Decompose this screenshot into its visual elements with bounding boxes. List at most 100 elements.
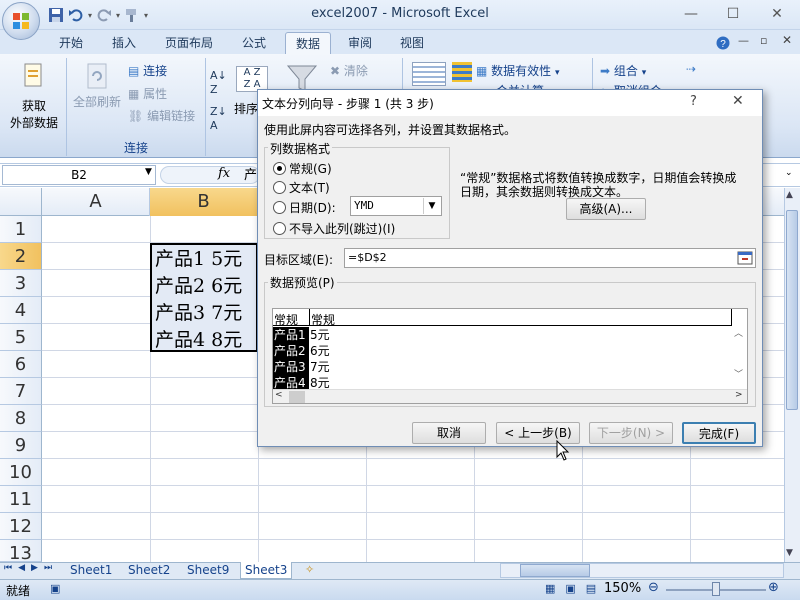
preview-scroll-down-icon[interactable]: ﹀ (734, 367, 746, 380)
text-to-columns-dialog: 文本分列向导 - 步骤 1 (共 3 步) ? ✕ 使用此屏内容可选择各列，并设… (257, 89, 763, 447)
clear-filter-button[interactable]: ✖ 清除 (330, 62, 368, 79)
row-header[interactable]: 13 (0, 540, 42, 564)
row-header[interactable]: 11 (0, 486, 42, 513)
view-mode-icons[interactable]: ▦▣▤ (545, 582, 606, 595)
collapse-dialog-icon[interactable] (737, 251, 753, 265)
data-preview-title: 数据预览(P) (268, 274, 337, 291)
sheet-nav-icons[interactable]: ⏮◀▶⏭ (4, 563, 58, 573)
close-button[interactable]: ✕ (762, 4, 792, 24)
sort-za-icon[interactable]: Z↓ A (210, 104, 234, 132)
sheet-tab-sheet1[interactable]: Sheet1 (66, 562, 116, 579)
preview-scroll-thumb[interactable] (289, 391, 305, 403)
scroll-down-icon[interactable]: ▼ (786, 548, 793, 558)
preview-scroll-up-icon[interactable]: ︿ (734, 326, 746, 339)
dialog-help-button[interactable]: ? (690, 94, 697, 109)
radio-text[interactable]: 文本(T) (273, 179, 330, 196)
radio-general-circle[interactable] (273, 162, 286, 175)
row-header[interactable]: 4 (0, 297, 42, 324)
column-header-b[interactable]: B (150, 188, 258, 216)
radio-skip[interactable]: 不导入此列(跳过)(I) (273, 220, 395, 237)
horizontal-scroll-thumb[interactable] (520, 564, 590, 577)
sheet-tab-sheet9[interactable]: Sheet9 (183, 562, 233, 579)
ribbon-restore-icon[interactable]: ▫ (760, 34, 767, 47)
preview-scroll-right-icon[interactable]: > (735, 390, 743, 400)
refresh-all-button[interactable]: 全部刷新 (70, 62, 124, 132)
maximize-button[interactable]: ☐ (718, 4, 748, 24)
minimize-button[interactable]: — (676, 4, 706, 24)
column-header-a[interactable]: A (42, 188, 150, 216)
tab-review[interactable]: 审阅 (338, 32, 382, 54)
formula-expand-icon[interactable]: ⌄ (785, 168, 793, 178)
target-range-input[interactable]: =$D$2 (344, 248, 756, 268)
zoom-slider-thumb[interactable] (712, 582, 720, 596)
data-validation-button[interactable]: ▦ 数据有效性 ▾ (476, 62, 560, 79)
row-header[interactable]: 1 (0, 216, 42, 243)
radio-general[interactable]: 常规(G) (273, 160, 332, 177)
sort-button[interactable]: 排序 (234, 100, 258, 117)
zoom-level[interactable]: 150% (604, 581, 641, 596)
insert-sheet-icon[interactable]: ✧ (305, 563, 314, 576)
date-format-dropdown-icon[interactable]: ▼ (423, 198, 440, 214)
cancel-button[interactable]: 取消 (412, 422, 486, 444)
radio-text-label: 文本(T) (289, 181, 330, 195)
radio-date-circle[interactable] (273, 201, 286, 214)
connections-button[interactable]: ▤ 连接 (128, 62, 167, 79)
text-to-columns-icon[interactable] (412, 62, 446, 86)
remove-duplicates-icon[interactable] (452, 62, 472, 82)
cell-b5[interactable]: 产品4 8元 (155, 325, 242, 352)
refresh-icon (87, 63, 107, 89)
select-all-corner[interactable] (0, 188, 42, 216)
macro-record-icon[interactable]: ▣ (50, 582, 60, 595)
finish-button[interactable]: 完成(F) (682, 422, 756, 444)
row-header[interactable]: 6 (0, 351, 42, 378)
scroll-up-icon[interactable]: ▲ (786, 190, 793, 200)
tab-data[interactable]: 数据 (285, 32, 332, 54)
date-format-value: YMD (354, 199, 374, 212)
group-button[interactable]: ➡ 组合 ▾ (600, 62, 646, 79)
radio-text-circle[interactable] (273, 181, 286, 194)
tab-insert[interactable]: 插入 (102, 32, 146, 54)
workbook-close-icon[interactable]: ✕ (782, 33, 792, 47)
radio-date[interactable]: 日期(D): (273, 199, 336, 216)
row-header[interactable]: 8 (0, 405, 42, 432)
date-format-select[interactable]: YMD ▼ (350, 196, 442, 216)
cell-b2[interactable]: 产品1 5元 (155, 244, 242, 271)
sheet-tab-sheet2[interactable]: Sheet2 (124, 562, 174, 579)
zoom-out-icon[interactable]: ⊖ (648, 580, 659, 595)
row-header[interactable]: 5 (0, 324, 42, 351)
preview-horizontal-scrollbar[interactable]: < > (273, 389, 747, 403)
row-header[interactable]: 9 (0, 432, 42, 459)
next-button[interactable]: 下一步(N) > (589, 422, 673, 444)
edit-links-button[interactable]: ⛓ 编辑链接 (128, 107, 195, 124)
cell-b3[interactable]: 产品2 6元 (155, 271, 242, 298)
radio-general-label: 常规(G) (289, 162, 332, 176)
preview-vertical-scrollbar[interactable]: ︿ ﹀ (734, 310, 746, 388)
row-header[interactable]: 7 (0, 378, 42, 405)
name-box[interactable]: B2 (2, 165, 156, 185)
properties-button[interactable]: ▦ 属性 (128, 85, 167, 102)
row-header[interactable]: 2 (0, 243, 42, 270)
tab-view[interactable]: 视图 (390, 32, 434, 54)
dialog-close-button[interactable]: ✕ (732, 93, 744, 109)
radio-skip-circle[interactable] (273, 222, 286, 235)
sheet-tab-sheet3[interactable]: Sheet3 (240, 562, 293, 579)
advanced-button[interactable]: 高级(A)... (566, 198, 646, 220)
sort-az-icon[interactable]: A↓ Z (210, 68, 234, 96)
row-header[interactable]: 10 (0, 459, 42, 486)
tab-home[interactable]: 开始 (49, 32, 93, 54)
get-external-data-button[interactable]: 获取 外部数据 (4, 58, 64, 142)
preview-scroll-left-icon[interactable]: < (275, 390, 283, 400)
ribbon-minimize-icon[interactable]: — (738, 34, 749, 47)
show-detail-icon[interactable]: ⇢ (686, 62, 696, 76)
office-button[interactable] (2, 2, 40, 40)
row-header[interactable]: 12 (0, 513, 42, 540)
row-header[interactable]: 3 (0, 270, 42, 297)
cell-b4[interactable]: 产品3 7元 (155, 298, 242, 325)
zoom-in-icon[interactable]: ⊕ (768, 580, 779, 595)
vertical-scroll-thumb[interactable] (786, 210, 798, 410)
tab-formulas[interactable]: 公式 (232, 32, 276, 54)
insert-function-icon[interactable]: fx (218, 166, 230, 181)
help-icon[interactable]: ? (716, 36, 730, 50)
tab-page-layout[interactable]: 页面布局 (155, 32, 223, 54)
name-box-dropdown-icon[interactable]: ▼ (145, 167, 152, 177)
